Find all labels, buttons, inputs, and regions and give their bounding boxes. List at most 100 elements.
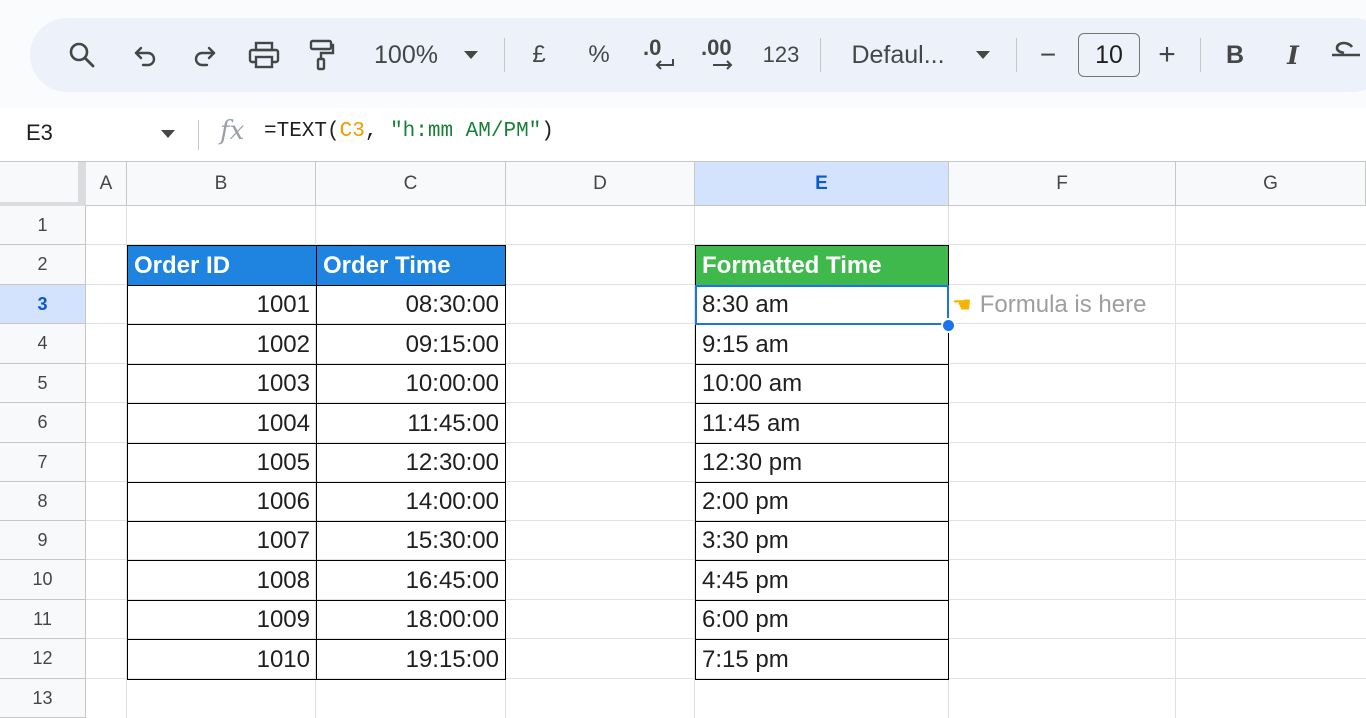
toolbar-divider xyxy=(504,38,505,72)
cell-order-id[interactable]: 1007 xyxy=(127,521,317,561)
cell-formatted-time[interactable]: 7:15 pm xyxy=(695,639,949,680)
cell-order-id[interactable]: 1008 xyxy=(127,560,317,601)
cell-formatted-time[interactable]: 9:15 am xyxy=(695,324,949,365)
print-icon[interactable] xyxy=(244,18,284,92)
row-header-7[interactable]: 7 xyxy=(0,443,86,482)
header-formatted-time[interactable]: Formatted Time xyxy=(695,245,949,286)
cell-order-time[interactable]: 09:15:00 xyxy=(316,324,506,365)
cell-order-time[interactable]: 15:30:00 xyxy=(316,521,506,561)
chevron-down-icon[interactable] xyxy=(458,18,484,92)
formula-mid: , xyxy=(364,120,391,143)
cell-order-time[interactable]: 18:00:00 xyxy=(316,600,506,640)
font-size-input[interactable]: 10 xyxy=(1078,33,1140,77)
cell-formatted-time[interactable]: 11:45 am xyxy=(695,403,949,444)
column-header-a[interactable]: A xyxy=(86,162,127,206)
chevron-down-icon[interactable] xyxy=(160,129,176,139)
cell-formatted-time[interactable]: 12:30 pm xyxy=(695,443,949,483)
percent-button[interactable]: % xyxy=(582,18,616,92)
chevron-down-icon[interactable] xyxy=(970,18,996,92)
formula-string: "h:mm AM/PM" xyxy=(390,120,542,143)
cell-order-time[interactable]: 10:00:00 xyxy=(316,364,506,404)
toolbar-divider xyxy=(1200,38,1201,72)
select-all-corner[interactable] xyxy=(0,162,86,206)
formula-note: ☚ Formula is here xyxy=(952,286,1146,324)
row-header-2[interactable]: 2 xyxy=(0,245,86,285)
cell-order-id[interactable]: 1003 xyxy=(127,364,317,404)
cell-formatted-time[interactable]: 3:30 pm xyxy=(695,521,949,561)
cell-order-id[interactable]: 1005 xyxy=(127,443,317,483)
freeze-handle-vertical[interactable] xyxy=(78,162,86,206)
increase-decimal-label: .00 xyxy=(701,35,732,60)
cell-formatted-time[interactable]: 8:30 am xyxy=(695,285,949,325)
row-header-12[interactable]: 12 xyxy=(0,639,86,679)
formula-suffix: ) xyxy=(541,120,554,143)
toolbar-divider xyxy=(820,38,821,72)
formula-bar-divider xyxy=(198,120,199,150)
increase-font-size-button[interactable]: + xyxy=(1152,18,1182,92)
header-order-id[interactable]: Order ID xyxy=(127,245,317,286)
undo-icon[interactable] xyxy=(128,18,164,92)
cell-order-time[interactable]: 19:15:00 xyxy=(316,639,506,680)
header-order-time[interactable]: Order Time xyxy=(316,245,506,286)
cell-order-time[interactable]: 08:30:00 xyxy=(316,285,506,325)
name-box[interactable]: E3 xyxy=(26,120,53,146)
formula-ref: C3 xyxy=(339,120,365,143)
strikethrough-icon[interactable] xyxy=(1328,18,1362,92)
redo-icon[interactable] xyxy=(186,18,222,92)
cell-order-id[interactable]: 1006 xyxy=(127,482,317,522)
row-header-6[interactable]: 6 xyxy=(0,403,86,443)
row-header-3[interactable]: 3 xyxy=(0,285,86,324)
formula-prefix: =TEXT( xyxy=(264,120,340,143)
toolbar-area: 100% £ % .0 .00 123 Defaul... − 10 + B I xyxy=(0,0,1366,108)
cell-formatted-time[interactable]: 10:00 am xyxy=(695,364,949,404)
search-icon[interactable] xyxy=(64,18,100,92)
row-header-11[interactable]: 11 xyxy=(0,600,86,639)
increase-decimal-button[interactable]: .00 xyxy=(698,18,742,92)
row-header-13[interactable]: 13 xyxy=(0,679,86,718)
italic-button[interactable]: I xyxy=(1278,18,1308,92)
arrow-left-icon xyxy=(655,59,674,70)
font-select[interactable]: Defaul... xyxy=(846,18,950,92)
arrow-right-icon xyxy=(713,60,733,70)
bold-button[interactable]: B xyxy=(1220,18,1250,92)
cell-formatted-time[interactable]: 6:00 pm xyxy=(695,600,949,640)
cell-formatted-time[interactable]: 4:45 pm xyxy=(695,560,949,601)
cell-order-time[interactable]: 14:00:00 xyxy=(316,482,506,522)
spreadsheet-grid[interactable]: A B C D E F G 1 2 3 4 5 6 7 8 9 10 11 12 13 Order ID Order Ti… xyxy=(0,162,1366,718)
cell-order-id[interactable]: 1009 xyxy=(127,600,317,640)
fx-icon: fx xyxy=(220,116,245,146)
formula-bar: E3 fx =TEXT(C3, "h:mm AM/PM") xyxy=(0,108,1366,162)
cell-order-time[interactable]: 16:45:00 xyxy=(316,560,506,601)
column-header-g[interactable]: G xyxy=(1176,162,1366,206)
cell-order-id[interactable]: 1010 xyxy=(127,639,317,680)
cell-order-id[interactable]: 1001 xyxy=(127,285,317,325)
toolbar-divider xyxy=(1016,38,1017,72)
gridline xyxy=(1175,206,1176,718)
decrease-decimal-button[interactable]: .0 xyxy=(640,18,680,92)
column-header-c[interactable]: C xyxy=(316,162,506,206)
cell-order-time[interactable]: 12:30:00 xyxy=(316,443,506,483)
cell-order-id[interactable]: 1004 xyxy=(127,403,317,444)
formula-input[interactable]: =TEXT(C3, "h:mm AM/PM") xyxy=(264,120,554,143)
row-header-1[interactable]: 1 xyxy=(0,206,86,245)
column-header-f[interactable]: F xyxy=(949,162,1176,206)
column-header-b[interactable]: B xyxy=(127,162,316,206)
zoom-select[interactable]: 100% xyxy=(366,18,446,92)
row-header-5[interactable]: 5 xyxy=(0,364,86,403)
cell-formatted-time[interactable]: 2:00 pm xyxy=(695,482,949,522)
paint-format-icon[interactable] xyxy=(304,18,340,92)
decrease-font-size-button[interactable]: − xyxy=(1034,18,1062,92)
number-format-button[interactable]: 123 xyxy=(758,18,804,92)
formula-note-text: Formula is here xyxy=(979,291,1147,318)
column-header-e[interactable]: E xyxy=(695,162,949,206)
pointing-hand-icon: ☚ xyxy=(952,292,972,317)
toolbar: 100% £ % .0 .00 123 Defaul... − 10 + B I xyxy=(30,18,1366,92)
cell-order-id[interactable]: 1002 xyxy=(127,324,317,365)
row-header-4[interactable]: 4 xyxy=(0,324,86,364)
row-header-8[interactable]: 8 xyxy=(0,482,86,521)
cell-order-time[interactable]: 11:45:00 xyxy=(316,403,506,444)
row-header-10[interactable]: 10 xyxy=(0,560,86,600)
column-header-d[interactable]: D xyxy=(506,162,695,206)
row-header-9[interactable]: 9 xyxy=(0,521,86,560)
currency-button[interactable]: £ xyxy=(524,18,554,92)
